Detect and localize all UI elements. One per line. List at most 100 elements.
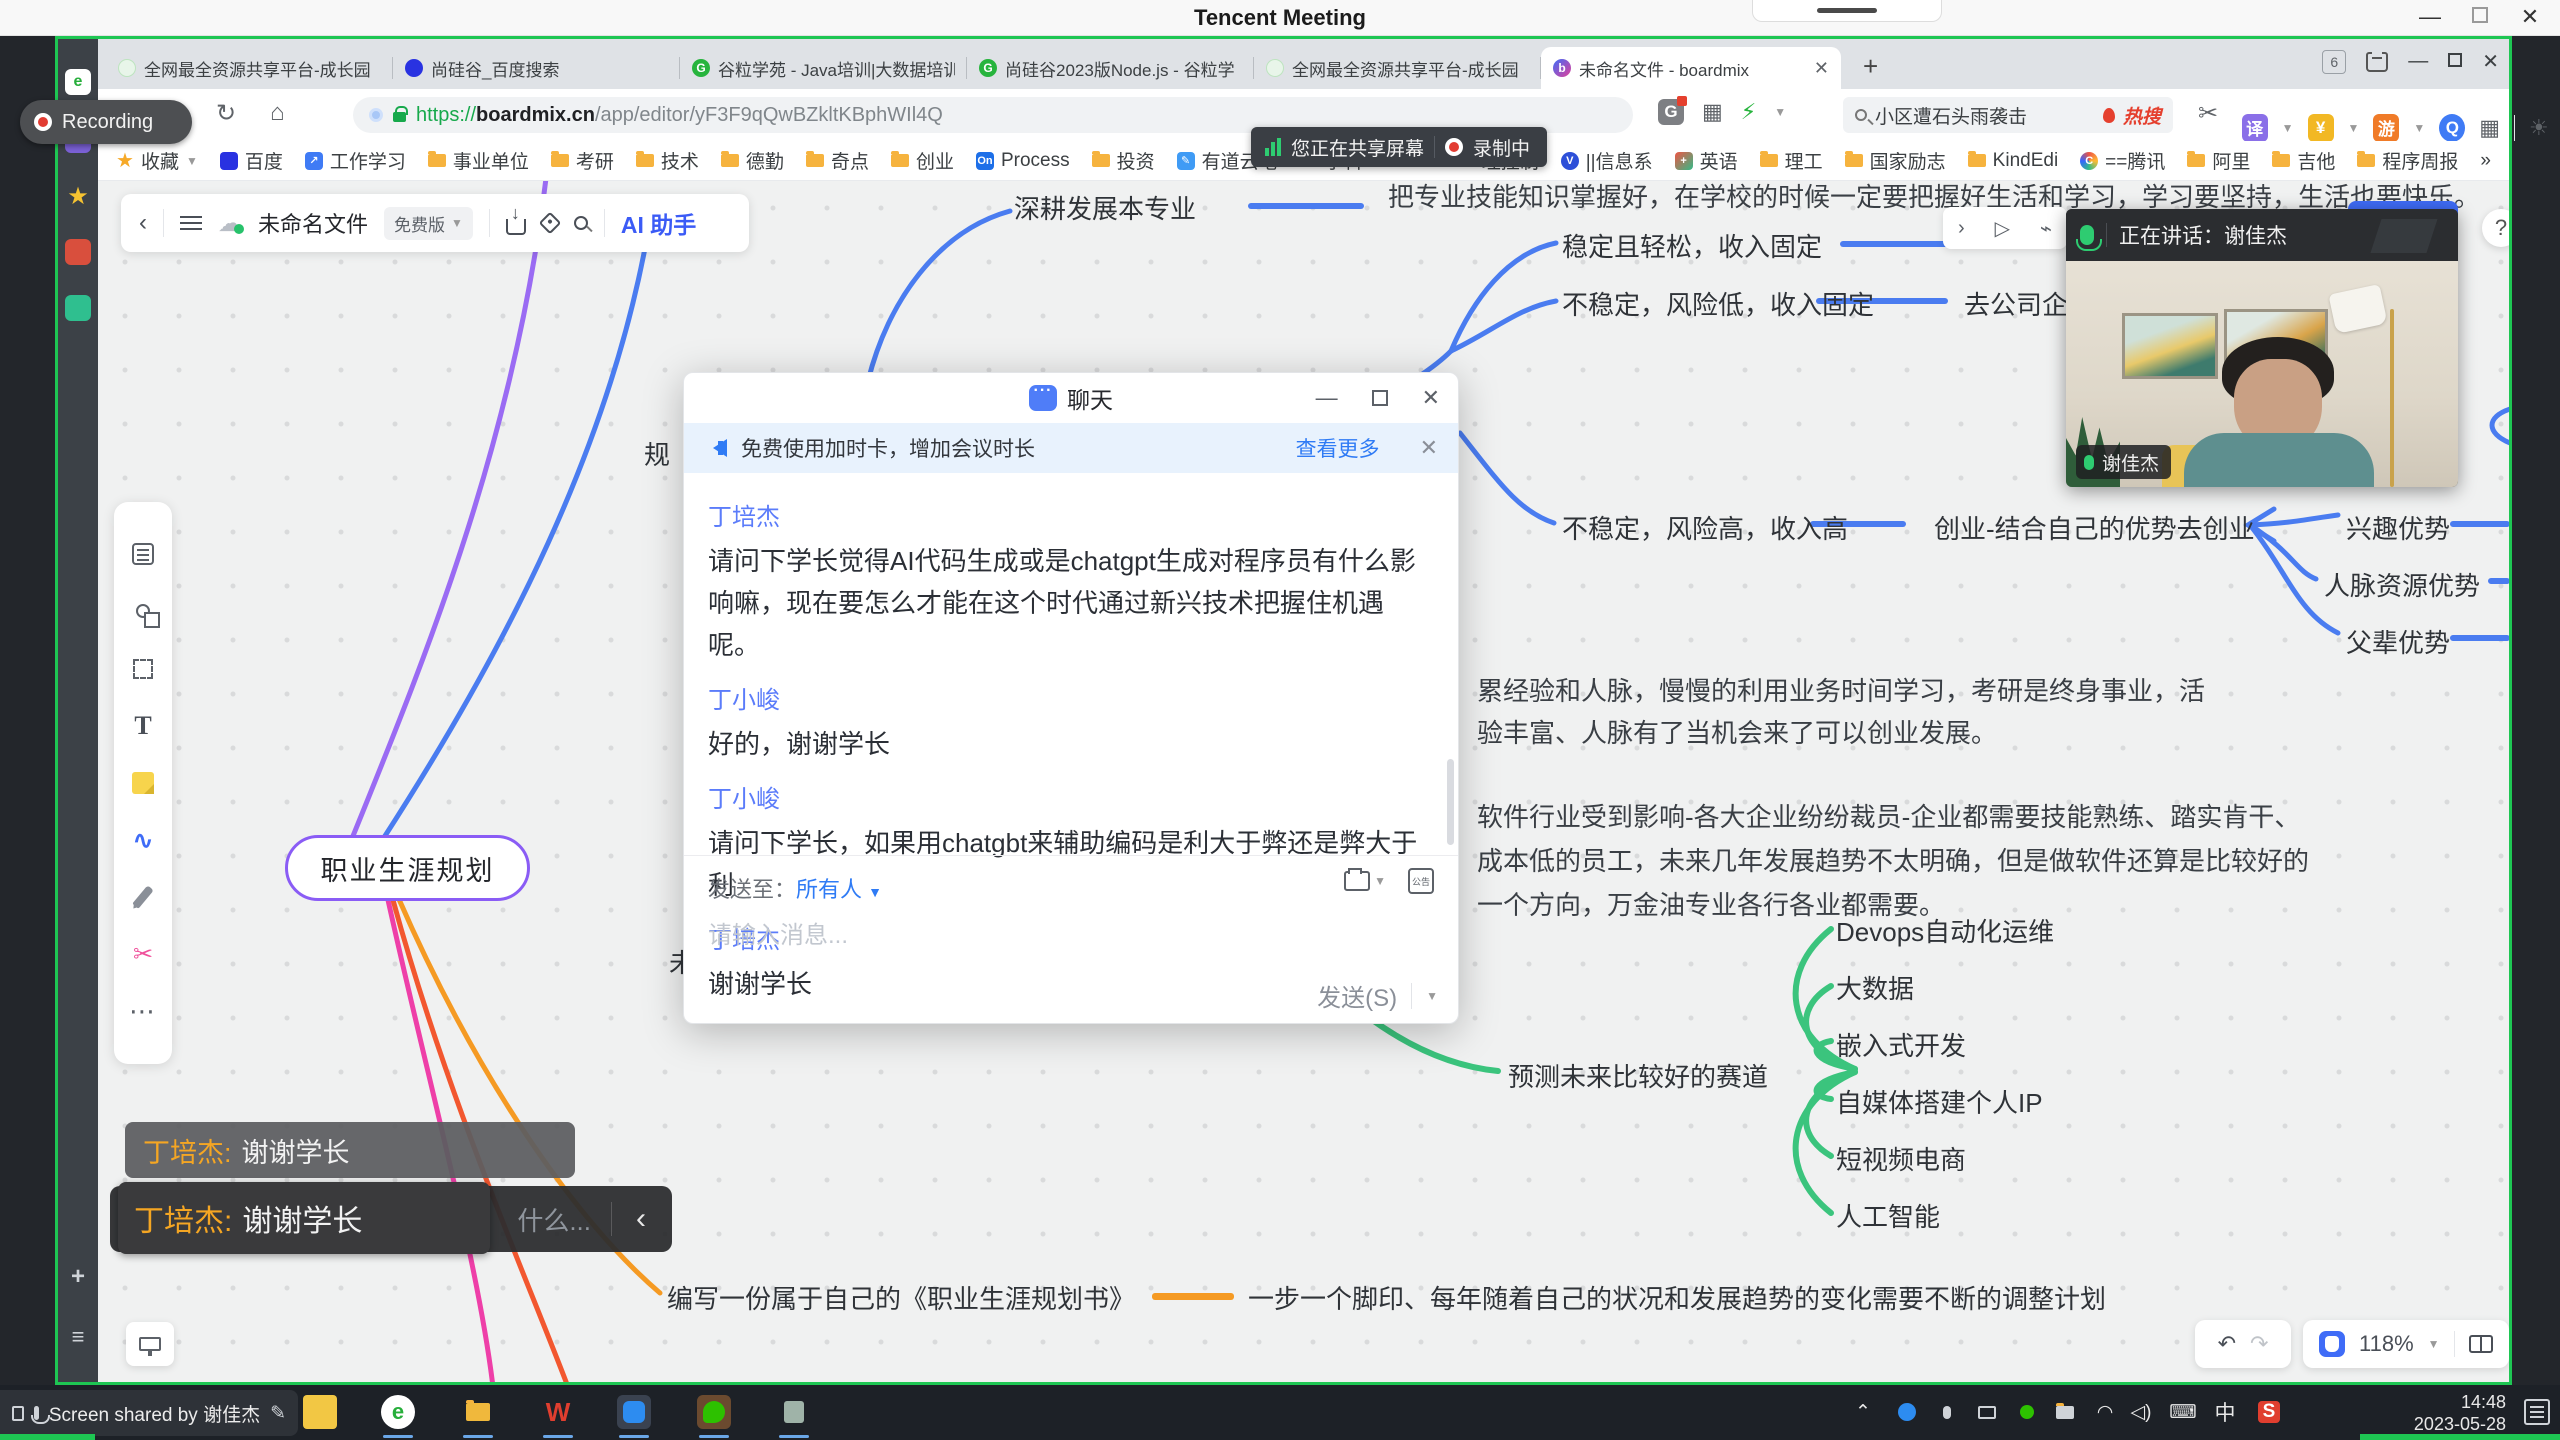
chat-titlebar[interactable]: 聊天 — ✕ [684, 373, 1458, 423]
action-center-icon[interactable] [2524, 1399, 2550, 1425]
tab-close-icon[interactable]: ✕ [1814, 58, 1829, 79]
template-tool-icon[interactable] [128, 539, 158, 569]
tab-4[interactable]: G 尚硅谷2023版Node.js - 谷粒学 [967, 47, 1254, 89]
tray-green-dot-icon[interactable] [2012, 1395, 2042, 1429]
mute-bell-icon[interactable]: ⌁ [2040, 216, 2052, 241]
zoom-dropdown-icon[interactable]: ▼ [2428, 1337, 2440, 1351]
sticky-note-tool-icon[interactable] [128, 768, 158, 798]
bookmark-folder[interactable]: 事业单位 [428, 147, 529, 174]
mindmap-track-item[interactable]: 人工智能 [1836, 1197, 1940, 1234]
bookmark-folder[interactable]: 考研 [551, 147, 614, 174]
mindmap-note1-line1[interactable]: 累经验和人脉，慢慢的利用业务时间学习，考研是终身事业，活 [1477, 669, 2205, 713]
collapse-chevron-icon[interactable]: ‹ [626, 1202, 656, 1236]
chat-close-button[interactable]: ✕ [1422, 385, 1440, 411]
send-to-dropdown-icon[interactable]: ▼ [868, 884, 882, 900]
banner-see-more-link[interactable]: 查看更多 [1296, 433, 1380, 463]
plan-badge[interactable]: 免费版▼ [384, 207, 473, 240]
chat-scrollbar[interactable] [1447, 759, 1454, 845]
bookmark-folder[interactable]: 理工 [1760, 147, 1823, 174]
tray-mic-icon[interactable] [1932, 1395, 1962, 1429]
mindmap-track-item[interactable]: 短视频电商 [1836, 1140, 1966, 1177]
browser-close-button[interactable]: ✕ [2482, 49, 2499, 74]
tray-blue-app-icon[interactable] [1892, 1395, 1922, 1429]
bookmark-folder[interactable]: 德勤 [721, 147, 784, 174]
sticky-notes-app-icon[interactable] [303, 1395, 337, 1429]
meeting-controls-handle[interactable] [1752, 0, 1942, 22]
mindmap-note2[interactable]: 软件行业受到影响-各大企业纷纷裁员-企业都需要技能熟练、踏实肯干、成本低的员工，… [1477, 795, 2313, 927]
more-tools-icon[interactable]: ⋯ [128, 997, 158, 1027]
app-icon[interactable] [777, 1395, 811, 1429]
tag-icon[interactable] [539, 212, 562, 235]
browser-logo-icon[interactable]: e [65, 69, 91, 95]
zoom-level[interactable]: 118% [2359, 1331, 2414, 1357]
mindmap-track-item[interactable]: 嵌入式开发 [1836, 1026, 1966, 1063]
present-button[interactable] [126, 1322, 174, 1366]
bookmark-folder[interactable]: 技术 [636, 147, 699, 174]
chat-message-input[interactable] [708, 922, 1308, 950]
flash-ext-icon[interactable]: ⚡ [1741, 99, 1756, 125]
browser-restore-button[interactable] [2448, 50, 2462, 73]
board-search-icon[interactable] [574, 216, 588, 230]
file-explorer-icon[interactable] [461, 1395, 495, 1429]
network-icon[interactable]: ◠ [2090, 1395, 2120, 1429]
bookmark-folder[interactable]: 奇点 [806, 147, 869, 174]
mindmap-node-stable[interactable]: 稳定且轻松，收入固定 [1562, 227, 1822, 264]
board-back-icon[interactable]: ‹ [139, 209, 147, 237]
ext-dropdown-icon[interactable]: ▼ [1774, 105, 1786, 119]
hand-tool-icon[interactable] [2319, 1331, 2345, 1357]
mindmap-node-adv-parent[interactable]: 父辈优势 [2346, 623, 2450, 660]
tray-cast-icon[interactable] [1972, 1395, 2002, 1429]
mindmap-track-item[interactable]: Devops自动化运维 [1836, 912, 2054, 949]
mindmap-root-node[interactable]: 职业生涯规划 [285, 835, 530, 901]
bookmark-baidu[interactable]: 百度 [220, 147, 283, 174]
collapse-chevron-icon[interactable]: › [1958, 217, 1965, 240]
browser-app-icon[interactable]: e [381, 1395, 415, 1429]
cut-tool-icon[interactable]: ✂ [128, 940, 158, 970]
undo-icon[interactable]: ↶ [2218, 1331, 2236, 1357]
recording-indicator[interactable]: Recording [20, 100, 192, 144]
mindmap-track-item[interactable]: 自媒体搭建个人IP [1836, 1083, 2043, 1120]
shapes-tool-icon[interactable] [128, 596, 158, 626]
new-tab-button[interactable]: + [1863, 51, 1878, 82]
send-to-selector[interactable]: 所有人 [796, 877, 862, 902]
bookmark-folder[interactable]: 投资 [1092, 147, 1155, 174]
sidebar-red-app-icon[interactable] [65, 239, 91, 265]
brightness-icon[interactable]: ☀ [2529, 115, 2549, 141]
taskbar-clock[interactable]: 14:48 2023-05-28 [2414, 1391, 2506, 1435]
bookmark-processon[interactable]: OnProcess [976, 150, 1070, 172]
speaker-video-panel[interactable]: 正在讲话：谢佳杰 谢佳杰 [2066, 209, 2458, 487]
file-dropdown-icon[interactable]: ▼ [1374, 874, 1386, 888]
favorites-star-icon[interactable]: ★ [65, 183, 91, 209]
hot-search-box[interactable]: 小区遭石头雨袭击 热搜 [1843, 97, 2173, 133]
wechat-app-icon[interactable] [697, 1395, 731, 1429]
mindmap-partial-node[interactable]: 规 [644, 435, 670, 472]
mail-app-icon[interactable] [65, 295, 91, 321]
theme-skin-icon[interactable] [2366, 52, 2388, 72]
tray-folder-icon[interactable] [2050, 1395, 2080, 1429]
bookmark-favorites[interactable]: ★收藏▼ [116, 147, 198, 174]
tab-active-boardmix[interactable]: b 未命名文件 - boardmix ✕ [1541, 47, 1841, 89]
redo-icon[interactable]: ↷ [2250, 1331, 2268, 1357]
file-send-icon[interactable] [1344, 871, 1370, 891]
pen-tool-icon[interactable] [128, 882, 158, 912]
notify-ext-icon[interactable]: G [1658, 99, 1684, 125]
touch-keyboard-icon[interactable]: ⌨ [2166, 1395, 2200, 1429]
bookmarks-overflow[interactable]: » [2480, 150, 2491, 172]
tencent-meeting-app-icon[interactable] [617, 1395, 651, 1429]
sidebar-list-button[interactable]: ≡ [65, 1324, 91, 1350]
minimize-button[interactable]: — [2416, 4, 2444, 30]
mindmap-node-unstable-high[interactable]: 不稳定，风险高，收入高 [1562, 509, 1848, 546]
bookmark-folder[interactable]: 吉他 [2272, 147, 2335, 174]
play-icon[interactable]: ▷ [1995, 216, 2010, 241]
wps-app-icon[interactable]: W [541, 1395, 575, 1429]
site-info-icon[interactable] [369, 108, 383, 122]
bookmark-folder[interactable]: 创业 [891, 147, 954, 174]
chat-messages[interactable]: 丁培杰 请问下学长觉得AI代码生成或是chatgpt生成对程序员有什么影响嘛，现… [684, 473, 1458, 855]
sidebar-add-button[interactable]: + [65, 1264, 91, 1290]
apps-grid-icon[interactable]: ▦ [2479, 115, 2500, 141]
volume-icon[interactable]: ◁) [2126, 1395, 2156, 1429]
translate-ext-icon[interactable]: 译 [2242, 114, 2268, 142]
download-icon[interactable] [506, 219, 526, 235]
blue-search-ext-icon[interactable]: Q [2439, 114, 2465, 142]
mindmap-note1-line2[interactable]: 验丰富、人脉有了当机会来了可以创业发展。 [1477, 711, 1997, 755]
